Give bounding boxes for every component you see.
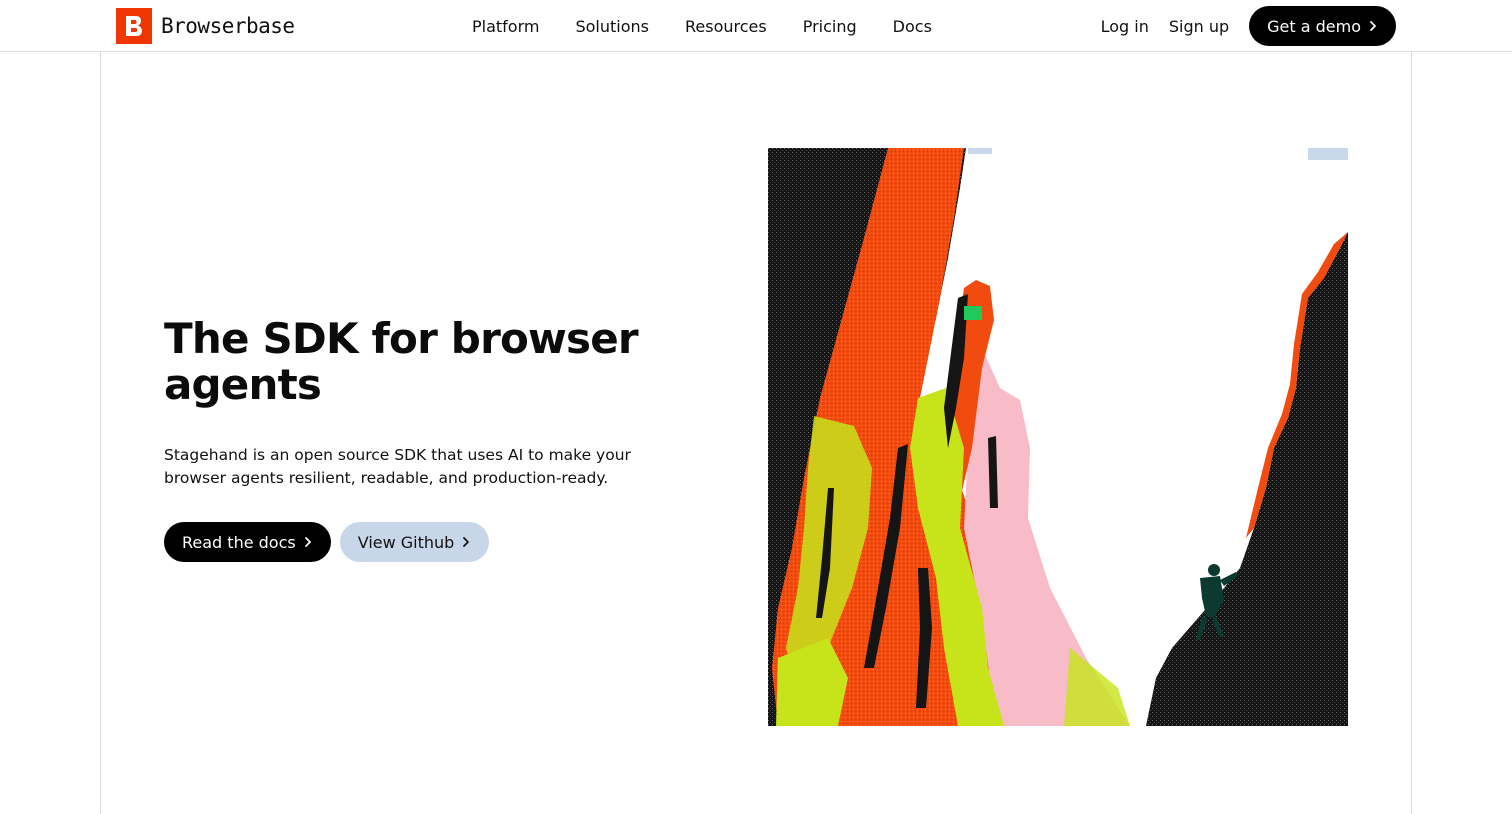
- chevron-right-icon: [304, 537, 311, 547]
- logo-letter-icon: [126, 16, 142, 36]
- browserbase-logo-icon: [116, 8, 152, 44]
- nav-item-resources[interactable]: Resources: [667, 17, 785, 36]
- hero-illustration: [768, 148, 1348, 726]
- site-header: Browserbase Platform Solutions Resources…: [0, 0, 1512, 52]
- brand-name: Browserbase: [161, 14, 295, 38]
- read-docs-label: Read the docs: [182, 532, 296, 552]
- get-demo-button[interactable]: Get a demo: [1249, 6, 1396, 46]
- nav-item-platform[interactable]: Platform: [454, 17, 557, 36]
- signup-link[interactable]: Sign up: [1169, 17, 1229, 36]
- login-link[interactable]: Log in: [1101, 17, 1149, 36]
- nav-item-docs[interactable]: Docs: [875, 17, 950, 36]
- auth-actions: Log in Sign up Get a demo: [1101, 0, 1396, 52]
- hero-title: The SDK for browser agents: [164, 314, 639, 409]
- nav-item-pricing[interactable]: Pricing: [785, 17, 875, 36]
- chevron-right-icon: [463, 537, 470, 547]
- frame-line-right: [1411, 52, 1412, 814]
- nav-item-solutions[interactable]: Solutions: [557, 17, 667, 36]
- view-github-label: View Github: [357, 532, 455, 552]
- read-docs-button[interactable]: Read the docs: [164, 522, 331, 562]
- frame-line-left: [100, 52, 101, 814]
- rock-climber-illustration: [768, 148, 1348, 726]
- primary-nav: Platform Solutions Resources Pricing Doc…: [454, 0, 950, 52]
- hero-buttons: Read the docs View Github: [164, 522, 490, 562]
- get-demo-label: Get a demo: [1267, 16, 1361, 36]
- view-github-button[interactable]: View Github: [339, 522, 490, 562]
- hero-description: Stagehand is an open source SDK that use…: [164, 446, 631, 487]
- browserbase-logo[interactable]: Browserbase: [116, 8, 295, 44]
- chevron-right-icon: [1370, 21, 1376, 31]
